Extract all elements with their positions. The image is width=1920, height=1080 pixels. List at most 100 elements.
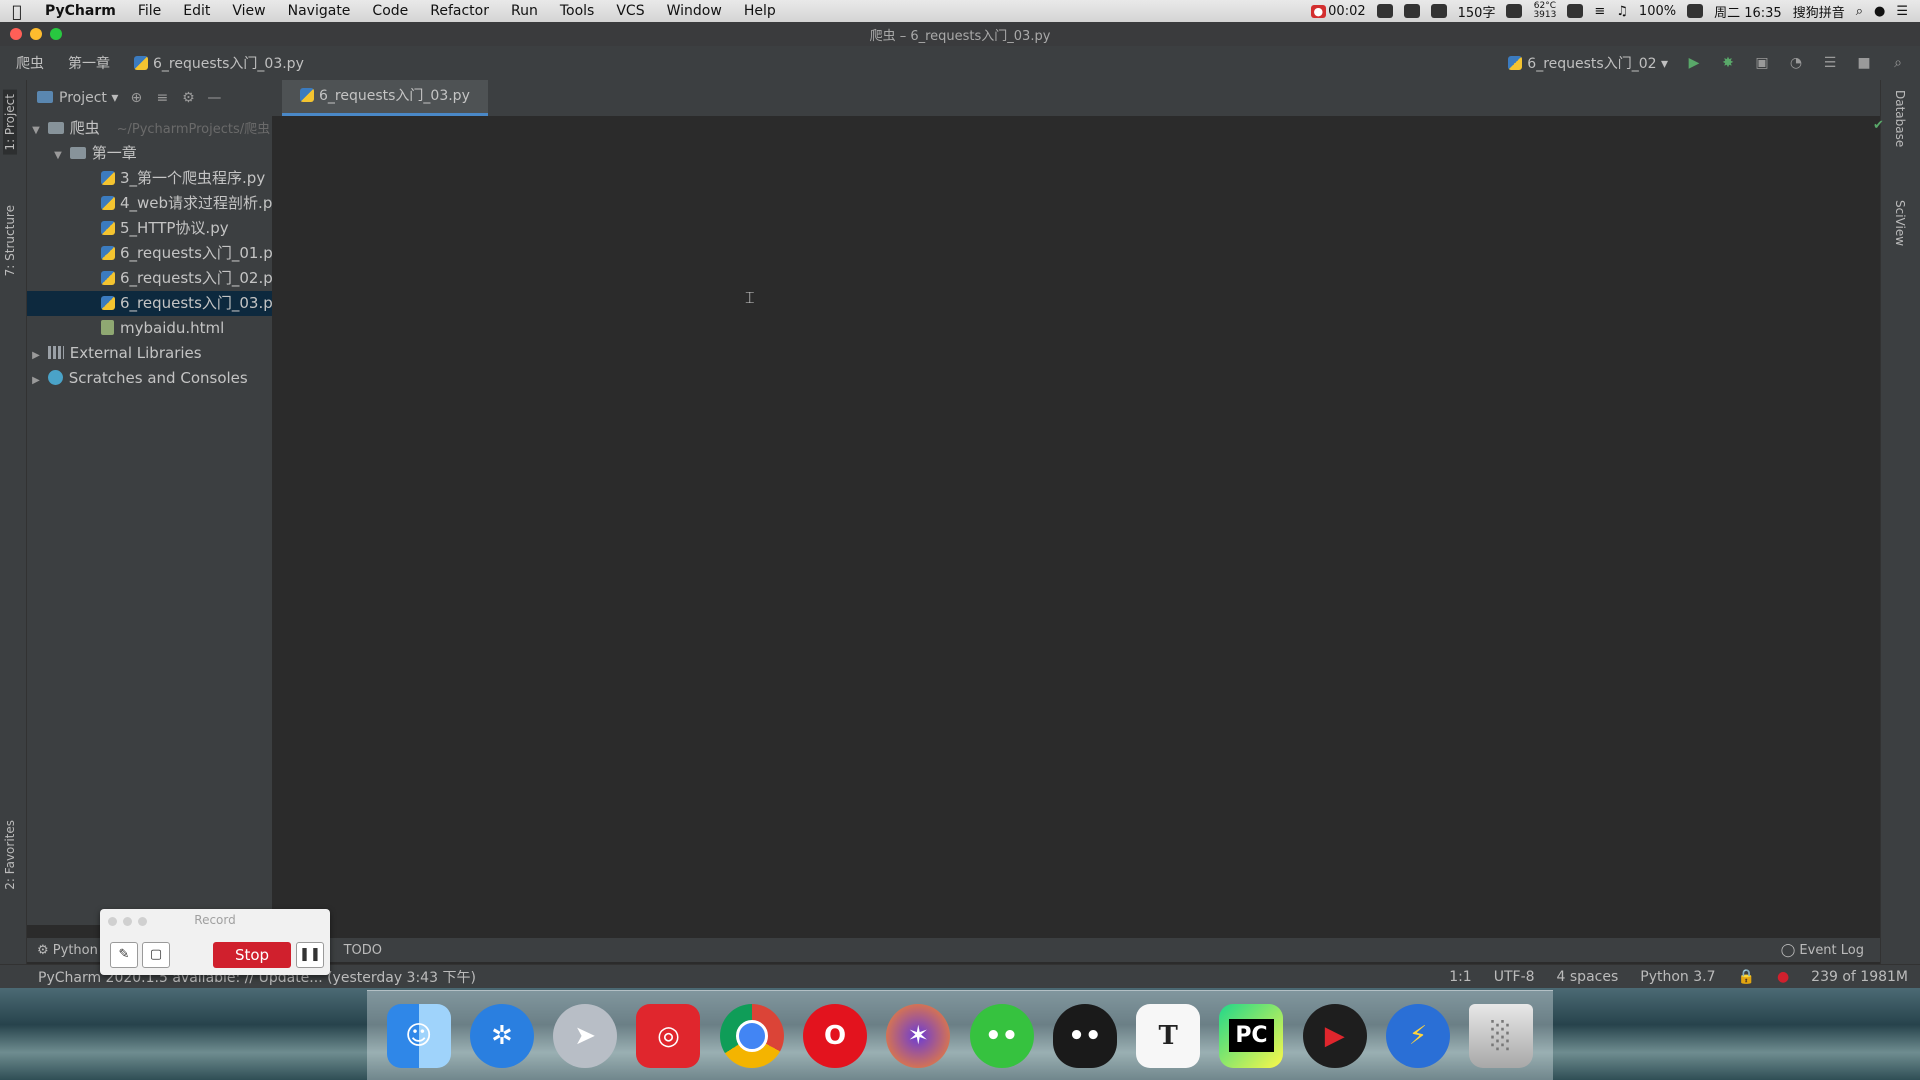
breadcrumb-file[interactable]: 6_requests入门_03.py xyxy=(118,53,312,73)
tool-tab-favorites[interactable]: 2: Favorites xyxy=(3,820,17,890)
menu-help[interactable]: Help xyxy=(733,3,787,19)
menu-app-name[interactable]: PyCharm xyxy=(34,3,127,19)
clock[interactable]: 周二 16:35 xyxy=(1714,2,1782,21)
tree-file-item[interactable]: 6_requests入门_01.py xyxy=(27,241,272,266)
concurrency-icon[interactable]: ☰ xyxy=(1822,55,1838,71)
apple-icon[interactable]:  xyxy=(0,2,34,21)
tree-file-item[interactable]: 5_HTTP协议.py xyxy=(27,216,272,241)
menu-file[interactable]: File xyxy=(127,3,172,19)
recording-indicator[interactable]: ● 00:02 xyxy=(1310,4,1366,19)
display-icon[interactable] xyxy=(1567,4,1584,18)
notification-center-icon[interactable]: ☰ xyxy=(1896,4,1908,19)
tree-root-project[interactable]: ▼ 爬虫 ~/PycharmProjects/爬虫 xyxy=(27,116,272,141)
tool-tab-database[interactable]: Database xyxy=(1893,90,1907,147)
tree-external-libraries[interactable]: ▶ External Libraries xyxy=(27,341,272,366)
profile-icon[interactable]: ◔ xyxy=(1788,55,1804,71)
inspector-icon[interactable]: ● xyxy=(1777,969,1789,985)
temperature-readout[interactable]: 62°C 3913 xyxy=(1533,2,1556,20)
menu-navigate[interactable]: Navigate xyxy=(277,3,362,19)
wifi-icon[interactable]: ≡ xyxy=(1594,4,1605,19)
indent-setting[interactable]: 4 spaces xyxy=(1557,969,1619,985)
wechat-icon[interactable]: •• xyxy=(969,1003,1034,1068)
tool-tab-project[interactable]: 1: Project xyxy=(3,90,17,155)
pycharm-icon[interactable]: PC xyxy=(1219,1003,1284,1068)
locate-file-icon[interactable]: ⊕ xyxy=(128,90,144,106)
firefox-icon[interactable]: ✶ xyxy=(886,1003,951,1068)
file-encoding[interactable]: UTF-8 xyxy=(1494,969,1535,985)
thunder-icon[interactable]: ⚡ xyxy=(1386,1003,1451,1068)
breadcrumb-project[interactable]: 爬虫 xyxy=(0,53,52,73)
launchpad-icon[interactable]: ➤ xyxy=(553,1003,618,1068)
menu-code[interactable]: Code xyxy=(361,3,419,19)
tree-file-item[interactable]: mybaidu.html xyxy=(27,316,272,341)
battery-status[interactable]: 100% xyxy=(1639,4,1676,19)
editor-area[interactable]: 6_requests入门_03.py ⌶ xyxy=(272,80,1880,925)
tool-tab-todo[interactable]: TODO xyxy=(334,943,392,958)
caret-position[interactable]: 1:1 xyxy=(1449,969,1472,985)
siri-icon[interactable]: ● xyxy=(1874,4,1885,19)
settings-gear-icon[interactable]: ⚙ xyxy=(180,90,196,106)
tree-folder-chapter1[interactable]: ▼ 第一章 xyxy=(27,141,272,166)
tool-tab-structure[interactable]: 7: Structure xyxy=(3,205,17,276)
tree-file-item-selected[interactable]: 6_requests入门_03.py xyxy=(27,291,272,316)
annotate-pen-button[interactable]: ✎ xyxy=(110,942,138,968)
run-icon[interactable]: ▶ xyxy=(1686,55,1702,71)
window-title: 爬虫 – 6_requests入门_03.py xyxy=(869,28,1051,44)
coverage-icon[interactable]: ▣ xyxy=(1754,55,1770,71)
tree-file-item[interactable]: 4_web请求过程剖析.py xyxy=(27,191,272,216)
hide-panel-icon[interactable]: — xyxy=(206,90,222,106)
stop-icon[interactable]: ■ xyxy=(1856,55,1872,71)
zoom-window-button[interactable] xyxy=(50,28,62,40)
menu-window[interactable]: Window xyxy=(656,3,733,19)
breadcrumb-folder[interactable]: 第一章 xyxy=(52,53,118,73)
python-interpreter[interactable]: Python 3.7 xyxy=(1640,969,1715,985)
expanded-arrow-icon[interactable]: ▼ xyxy=(51,143,65,168)
tool-tab-sciview[interactable]: SciView xyxy=(1893,200,1907,246)
typora-icon[interactable]: T xyxy=(1136,1003,1201,1068)
tree-file-item[interactable]: 6_requests入门_02.py xyxy=(27,266,272,291)
bolt-icon[interactable] xyxy=(1376,4,1393,18)
menu-view[interactable]: View xyxy=(221,3,276,19)
editor-tab-active[interactable]: 6_requests入门_03.py xyxy=(282,80,488,116)
menu-refactor[interactable]: Refactor xyxy=(419,3,500,19)
python-file-icon xyxy=(101,296,115,310)
wechat-status-icon[interactable] xyxy=(1430,4,1447,18)
menu-edit[interactable]: Edit xyxy=(172,3,221,19)
volume-icon[interactable]: ♫ xyxy=(1616,4,1628,19)
qq-icon[interactable]: •• xyxy=(1052,1003,1117,1068)
tree-scratches[interactable]: ▶ Scratches and Consoles xyxy=(27,366,272,391)
netease-music-icon[interactable]: ◎ xyxy=(636,1003,701,1068)
video-player-icon[interactable]: ▶ xyxy=(1302,1003,1367,1068)
cloud-icon[interactable] xyxy=(1403,4,1420,18)
stop-recording-button[interactable]: Stop xyxy=(213,942,291,968)
camera-toggle-button[interactable]: ▢ xyxy=(142,942,170,968)
expanded-arrow-icon[interactable]: ▼ xyxy=(29,118,43,143)
chrome-icon[interactable] xyxy=(719,1003,784,1068)
menu-vcs[interactable]: VCS xyxy=(605,3,655,19)
memory-indicator[interactable]: 239 of 1981M xyxy=(1811,969,1908,985)
project-view-select[interactable]: Project ▾ xyxy=(37,90,118,106)
opera-icon[interactable]: O xyxy=(803,1003,868,1068)
grid-icon[interactable] xyxy=(1506,4,1523,18)
input-method[interactable]: 搜狗拼音 xyxy=(1793,2,1845,21)
safari-icon[interactable]: ✲ xyxy=(469,1003,534,1068)
menu-status-area: ● 00:02 150字 62°C 3913 ≡ ♫ 100% 周二 16:35 搜… xyxy=(1310,2,1920,21)
input-count[interactable]: 150字 xyxy=(1458,2,1496,21)
finder-icon[interactable]: ☺ xyxy=(386,1003,451,1068)
menu-tools[interactable]: Tools xyxy=(549,3,606,19)
collapse-all-icon[interactable]: ≡ xyxy=(154,90,170,106)
close-window-button[interactable] xyxy=(10,28,22,40)
tree-file-item[interactable]: 3_第一个爬虫程序.py xyxy=(27,166,272,191)
collapsed-arrow-icon[interactable]: ▶ xyxy=(29,343,43,368)
spotlight-search-icon[interactable]: ⌕ xyxy=(1856,4,1863,19)
trash-icon[interactable]: ░ xyxy=(1469,1003,1534,1068)
pause-recording-button[interactable]: ❚❚ xyxy=(296,942,324,968)
collapsed-arrow-icon[interactable]: ▶ xyxy=(29,368,43,393)
event-log-button[interactable]: ◯ Event Log xyxy=(1781,943,1880,958)
lock-icon[interactable]: 🔒 xyxy=(1738,969,1755,985)
minimize-window-button[interactable] xyxy=(30,28,42,40)
debug-icon[interactable]: ✸ xyxy=(1720,55,1736,71)
search-everywhere-icon[interactable]: ⌕ xyxy=(1890,55,1906,71)
menu-run[interactable]: Run xyxy=(500,3,549,19)
run-configuration-select[interactable]: 6_requests入门_02 ▾ xyxy=(1508,53,1668,73)
